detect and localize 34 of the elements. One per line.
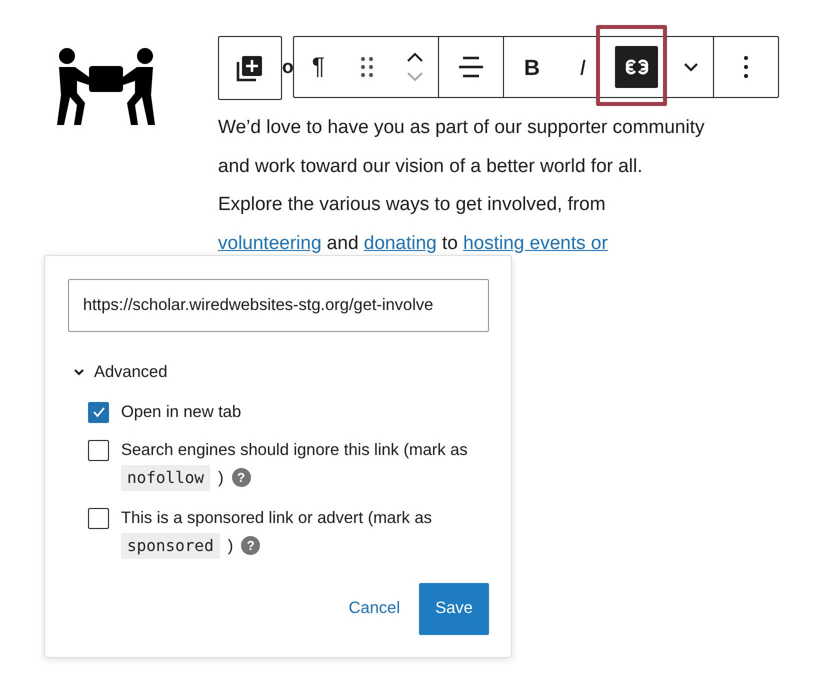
advanced-toggle[interactable]: Advanced	[74, 360, 168, 385]
option-label: This is a sponsored link or advert (mark as	[121, 508, 432, 527]
checkbox[interactable]	[88, 402, 109, 423]
cancel-button[interactable]: Cancel	[348, 582, 400, 635]
heading-text: o	[282, 56, 293, 80]
checkbox[interactable]	[88, 440, 109, 461]
link-button[interactable]	[615, 46, 658, 88]
people-carrying-box-icon	[55, 45, 157, 127]
option-label: Search engines should ignore this link (mark as	[121, 440, 468, 459]
drag-icon	[360, 56, 374, 78]
chevron-down-icon	[682, 62, 699, 72]
save-button[interactable]: Save	[419, 582, 489, 635]
code-text: nofollow	[121, 464, 210, 491]
text-link[interactable]: volunteering	[218, 232, 322, 254]
add-block-icon	[235, 53, 265, 83]
move-up-icon[interactable]	[406, 52, 424, 63]
parenthesis-text: )	[228, 536, 234, 557]
chevron-icon	[74, 368, 84, 376]
help-icon[interactable]: ?	[232, 468, 251, 488]
code-text: sponsored	[121, 532, 220, 559]
checkbox[interactable]	[88, 508, 109, 529]
parenthesis-text: )	[218, 468, 224, 489]
align-icon	[458, 56, 484, 78]
checkmark-icon	[92, 406, 106, 418]
bold-button[interactable]: B	[514, 43, 550, 91]
option-label: Open in new tab	[121, 402, 242, 421]
add-block-button[interactable]	[218, 36, 282, 100]
text-link[interactable]: hosting events or	[463, 232, 608, 254]
italic-button[interactable]: I	[564, 43, 601, 91]
more-options-icon	[743, 55, 749, 79]
url-field[interactable]: https://scholar.wiredwebsites-stg.org/get-involve	[68, 279, 489, 332]
paragraph-button[interactable]: ¶	[300, 43, 336, 91]
text-link[interactable]: donating	[364, 232, 437, 254]
help-icon[interactable]: ?	[241, 536, 260, 556]
